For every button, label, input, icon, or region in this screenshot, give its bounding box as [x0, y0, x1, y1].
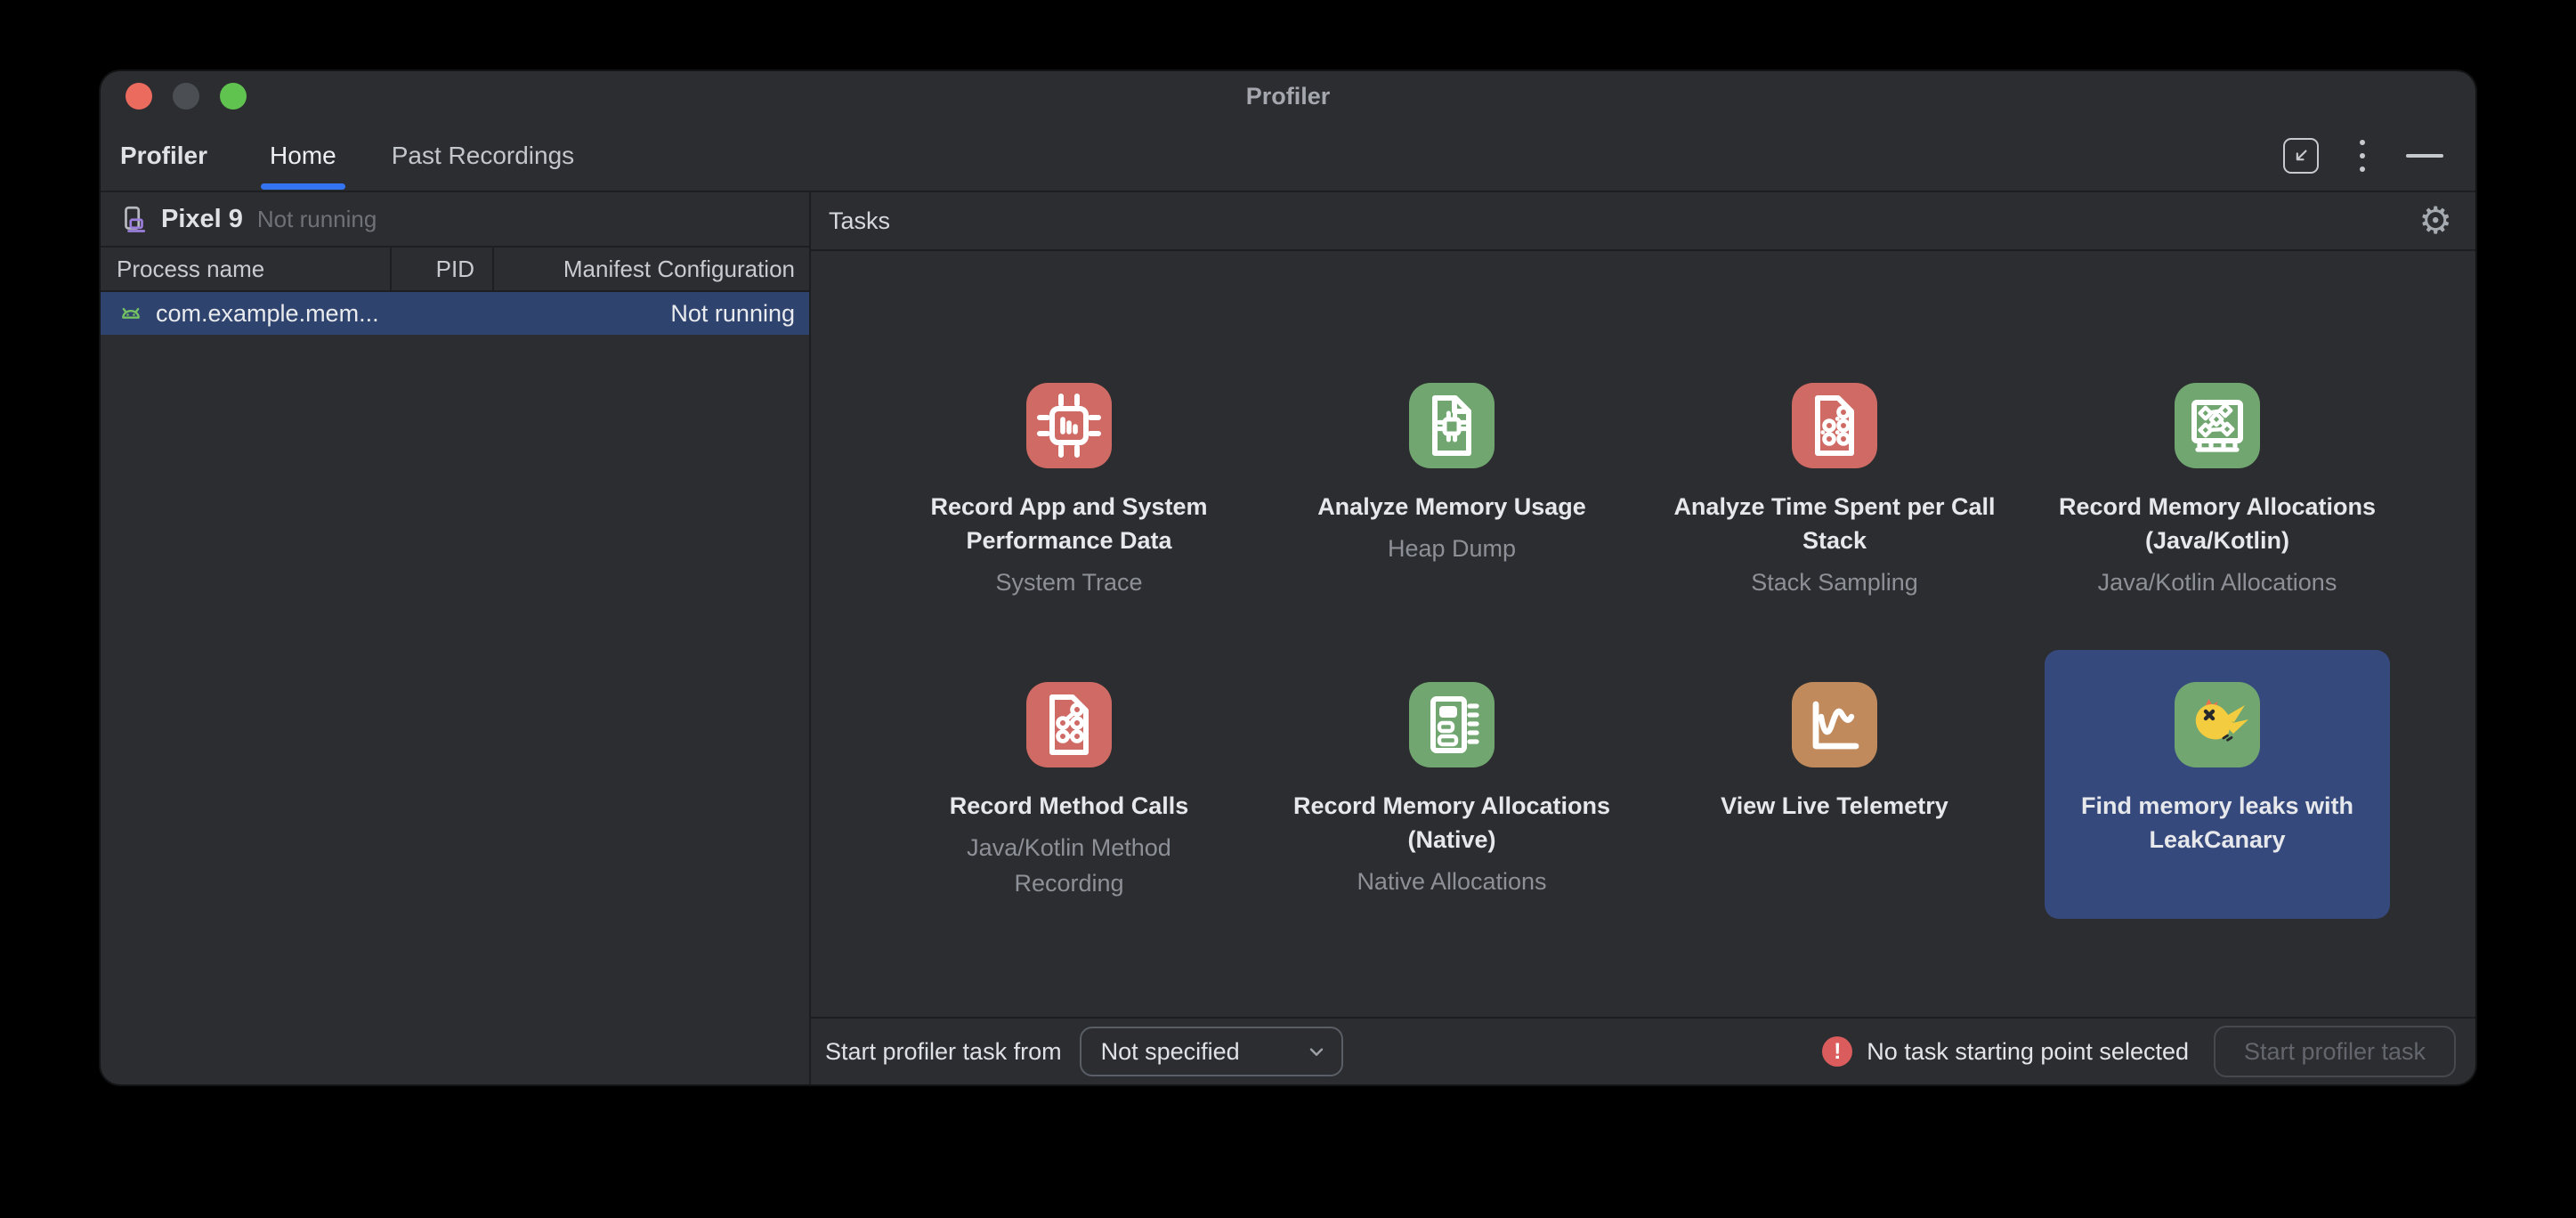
column-pid[interactable]: PID [390, 256, 492, 283]
device-bar: Pixel 9 Not running [101, 192, 809, 248]
column-manifest-configuration[interactable]: Manifest Configuration [492, 256, 809, 283]
zoom-button[interactable] [220, 83, 247, 110]
footer-bar: Start profiler task from Not specified !… [811, 1017, 2475, 1084]
process-row-selected[interactable]: com.example.mem... Not running [101, 292, 809, 335]
device-status: Not running [257, 206, 377, 233]
process-table-header: Process name PID Manifest Configuration [101, 248, 809, 292]
system-trace-icon [1026, 383, 1112, 468]
task-cell: Record Memory Allocations (Native) Nativ… [1260, 650, 1643, 919]
task-subtitle: Java/Kotlin Allocations [2098, 564, 2337, 600]
task-cell: Record App and System Performance Data S… [878, 351, 1260, 620]
tab-bar: Profiler Home Past Recordings [101, 121, 2475, 192]
tab-past-recordings[interactable]: Past Recordings [381, 120, 585, 191]
process-manifest-status: Not running [670, 300, 795, 328]
task-card-stack-sampling[interactable]: Analyze Time Spent per Call Stack Stack … [1662, 351, 2007, 620]
tasks-title: Tasks [829, 207, 890, 235]
tab-past-recordings-label: Past Recordings [392, 142, 574, 170]
device-name: Pixel 9 [161, 205, 243, 234]
native-allocations-icon [1409, 682, 1495, 767]
task-row: Record App and System Performance Data S… [811, 351, 2475, 620]
main-split: Pixel 9 Not running Process name PID Man… [101, 192, 2475, 1084]
task-card-native-allocations[interactable]: Record Memory Allocations (Native) Nativ… [1279, 650, 1624, 919]
warning-text: No task starting point selected [1867, 1038, 2189, 1066]
task-title: View Live Telemetry [1721, 789, 1948, 823]
task-cell: Analyze Time Spent per Call Stack Stack … [1643, 351, 2026, 620]
task-subtitle: Java/Kotlin Method Recording [922, 830, 1216, 901]
task-cell: Record Memory Allocations (Java/Kotlin) … [2026, 351, 2409, 620]
task-card-leakcanary[interactable]: Find memory leaks with LeakCanary [2045, 650, 2390, 919]
window-controls [101, 83, 247, 110]
tasks-panel: Tasks ⚙ [811, 192, 2475, 1084]
task-subtitle: Stack Sampling [1751, 564, 1918, 600]
window-action-icons [2283, 136, 2443, 175]
task-title: Analyze Time Spent per Call Stack [1671, 490, 1998, 557]
start-profiler-task-button[interactable]: Start profiler task [2214, 1026, 2456, 1077]
chevron-down-icon [1306, 1041, 1327, 1062]
start-from-label: Start profiler task from [825, 1038, 1062, 1066]
leakcanary-icon [2175, 682, 2260, 767]
task-subtitle: System Trace [995, 564, 1142, 600]
task-cell: Analyze Memory Usage Heap Dump [1260, 351, 1643, 620]
stack-sampling-icon [1792, 383, 1877, 468]
task-title: Record App and System Performance Data [905, 490, 1233, 557]
starting-point-dropdown[interactable]: Not specified [1080, 1027, 1343, 1076]
hide-window-icon[interactable] [2406, 154, 2443, 158]
dock-window-icon[interactable] [2283, 138, 2319, 174]
task-title: Find memory leaks with LeakCanary [2054, 789, 2381, 857]
window-title: Profiler [101, 83, 2475, 110]
column-divider [390, 248, 392, 290]
device-phone-icon [117, 203, 149, 235]
task-title: Record Memory Allocations (Native) [1288, 789, 1616, 857]
profiler-window: Profiler Profiler Home Past Recordings [101, 71, 2475, 1084]
android-icon [117, 299, 145, 328]
warning-icon: ! [1822, 1036, 1852, 1067]
minimize-button[interactable] [173, 83, 199, 110]
live-telemetry-icon [1792, 682, 1877, 767]
task-card-heap-dump[interactable]: Analyze Memory Usage Heap Dump [1279, 351, 1624, 620]
more-options-icon[interactable] [2356, 136, 2369, 175]
column-divider [492, 248, 494, 290]
heap-dump-icon [1409, 383, 1495, 468]
task-card-java-kotlin-allocations[interactable]: Record Memory Allocations (Java/Kotlin) … [2045, 351, 2390, 620]
task-title: Record Memory Allocations (Java/Kotlin) [2054, 490, 2381, 557]
task-subtitle: Heap Dump [1388, 531, 1516, 566]
task-card-system-trace[interactable]: Record App and System Performance Data S… [896, 351, 1242, 620]
tasks-header: Tasks ⚙ [811, 192, 2475, 251]
tab-home[interactable]: Home [259, 120, 347, 191]
task-title: Record Method Calls [950, 789, 1189, 823]
task-row: Record Method Calls Java/Kotlin Method R… [811, 650, 2475, 919]
tool-window-label: Profiler [120, 142, 207, 170]
gear-icon[interactable]: ⚙ [2418, 202, 2452, 240]
column-process-name[interactable]: Process name [101, 256, 390, 283]
close-button[interactable] [126, 83, 152, 110]
task-cell: Record Method Calls Java/Kotlin Method R… [878, 650, 1260, 919]
task-cell: Find memory leaks with LeakCanary [2026, 650, 2409, 919]
method-calls-icon [1026, 682, 1112, 767]
task-title: Analyze Memory Usage [1317, 490, 1586, 524]
process-name: com.example.mem... [156, 300, 379, 328]
task-card-live-telemetry[interactable]: View Live Telemetry [1662, 650, 2007, 919]
task-subtitle: Native Allocations [1357, 864, 1546, 899]
tasks-grid: Record App and System Performance Data S… [811, 251, 2475, 1017]
task-card-method-calls[interactable]: Record Method Calls Java/Kotlin Method R… [896, 650, 1242, 919]
task-cell: View Live Telemetry [1643, 650, 2026, 919]
titlebar: Profiler [101, 71, 2475, 121]
java-kotlin-allocations-icon [2175, 383, 2260, 468]
process-list-panel: Pixel 9 Not running Process name PID Man… [101, 192, 811, 1084]
starting-point-value: Not specified [1101, 1038, 1240, 1066]
tab-home-label: Home [270, 142, 336, 170]
